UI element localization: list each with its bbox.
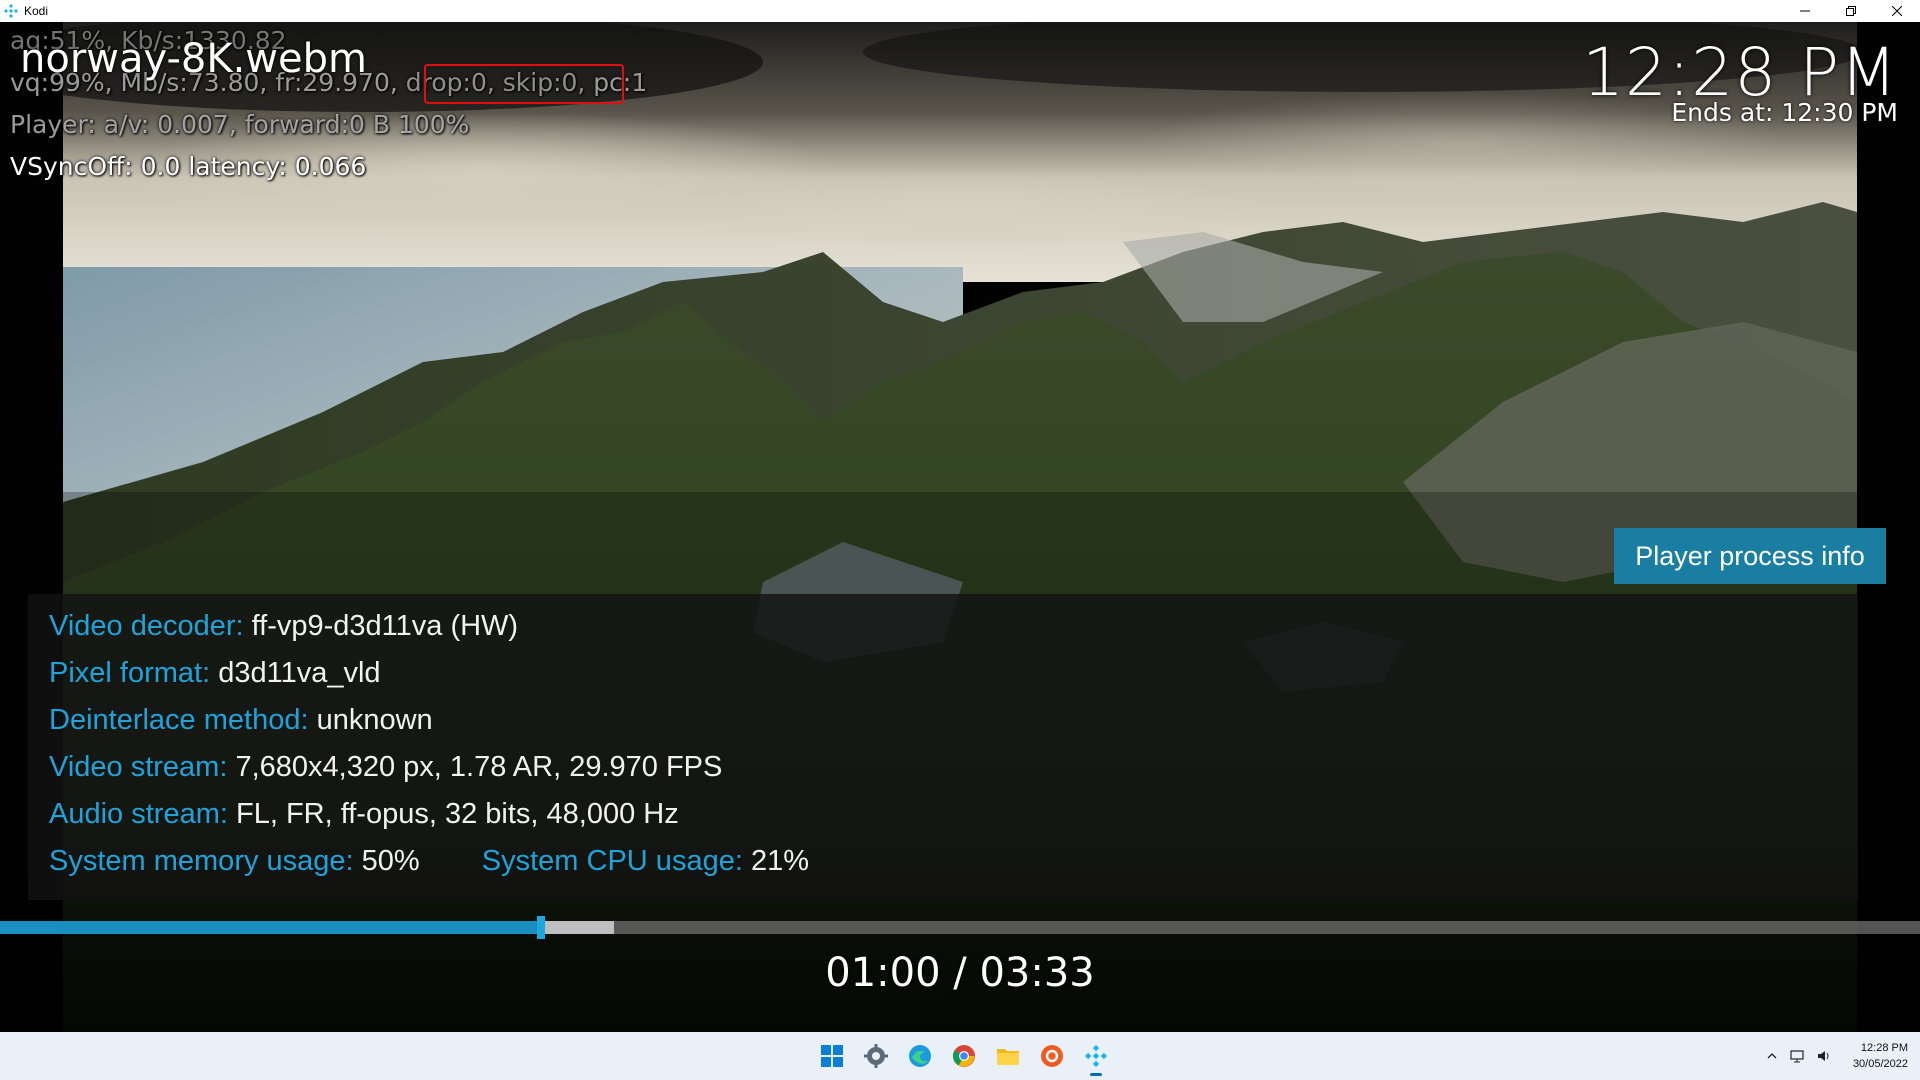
cpu-usage-label: System CPU usage: <box>481 845 743 877</box>
media-title: norway-8K.webm <box>20 36 367 82</box>
file-explorer-icon <box>997 1049 1019 1065</box>
deinterlace-label: Deinterlace method: <box>49 704 309 736</box>
pixel-format-row: Pixel format: d3d11va_vld <box>49 657 381 690</box>
close-icon <box>1892 6 1902 16</box>
close-button[interactable] <box>1874 0 1920 22</box>
taskbar-date: 30/05/2022 <box>1852 1058 1908 1070</box>
system-tray: 12:28 PM 30/05/2022 <box>1761 1032 1908 1080</box>
video-stream-label: Video stream: <box>49 751 228 783</box>
settings-icon <box>864 1044 888 1068</box>
kodi-app-button[interactable] <box>1074 1034 1118 1078</box>
ends-at-label: Ends at: 12:30 PM <box>1671 98 1898 127</box>
drop-skip-highlight-box <box>424 64 624 104</box>
deinterlace-row: Deinterlace method: unknown <box>49 704 433 737</box>
settings-app-button[interactable] <box>854 1034 898 1078</box>
video-decoder-label: Video decoder: <box>49 610 244 642</box>
playback-time: 01:00 / 03:33 <box>825 950 1095 996</box>
player-process-info-button[interactable]: Player process info <box>1614 528 1886 584</box>
taskbar-apps <box>810 1032 1118 1080</box>
audio-stream-row: Audio stream: FL, FR, ff-opus, 32 bits, … <box>49 798 679 831</box>
taskbar-time: 12:28 PM <box>1860 1042 1908 1054</box>
window-controls <box>1782 0 1920 22</box>
restore-icon <box>1846 6 1856 16</box>
kodi-icon <box>1085 1045 1107 1067</box>
cpu-usage-value: 21% <box>750 845 809 877</box>
audio-stream-label: Audio stream: <box>49 798 228 830</box>
window-title: Kodi <box>24 4 49 18</box>
deinterlace-value: unknown <box>316 704 433 736</box>
network-icon[interactable] <box>1787 1045 1809 1067</box>
kodi-logo-icon <box>4 4 18 18</box>
chrome-browser-icon <box>953 1045 975 1067</box>
debug-player-line: Player: a/v: 0.007, forward:0 B 100% <box>10 110 470 139</box>
video-stream-row: Video stream: 7,680x4,320 px, 1.78 AR, 2… <box>49 751 722 784</box>
windows-start-button[interactable] <box>810 1034 854 1078</box>
debug-vsync-line: VSyncOff: 0.0 latency: 0.066 <box>10 152 367 181</box>
video-decoder-value: ff-vp9-d3d11va (HW) <box>251 610 519 642</box>
brave-app-button[interactable] <box>1030 1034 1074 1078</box>
explorer-app-button[interactable] <box>986 1034 1030 1078</box>
seek-handle[interactable] <box>536 916 545 939</box>
taskbar-clock[interactable]: 12:28 PM 30/05/2022 <box>1853 1040 1908 1072</box>
memory-usage-label: System memory usage: <box>49 845 354 877</box>
volume-icon[interactable] <box>1813 1045 1835 1067</box>
system-usage-row: System memory usage: 50% System CPU usag… <box>49 845 809 878</box>
player-process-info-panel: Video decoder: ff-vp9-d3d11va (HW) Pixel… <box>28 594 1858 900</box>
video-decoder-row: Video decoder: ff-vp9-d3d11va (HW) <box>49 610 518 643</box>
video-stream-value: 7,680x4,320 px, 1.78 AR, 29.970 FPS <box>235 751 723 783</box>
restore-button[interactable] <box>1828 0 1874 22</box>
minimize-button[interactable] <box>1782 0 1828 22</box>
memory-usage-value: 50% <box>361 845 420 877</box>
minimize-icon <box>1800 10 1810 12</box>
chevron-up-icon[interactable] <box>1761 1045 1783 1067</box>
window-title-bar: Kodi <box>0 0 1920 22</box>
windows-start-icon <box>821 1045 843 1067</box>
chrome-app-button[interactable] <box>942 1034 986 1078</box>
pixel-format-label: Pixel format: <box>49 657 211 689</box>
edge-app-button[interactable] <box>898 1034 942 1078</box>
taskbar: 12:28 PM 30/05/2022 <box>0 1032 1920 1080</box>
pixel-format-value: d3d11va_vld <box>218 657 381 689</box>
edge-browser-icon <box>909 1045 931 1067</box>
audio-stream-value: FL, FR, ff-opus, 32 bits, 48,000 Hz <box>235 798 679 830</box>
seek-progress <box>0 921 541 934</box>
brave-browser-icon <box>1041 1045 1063 1067</box>
seek-bar[interactable] <box>0 916 1920 939</box>
